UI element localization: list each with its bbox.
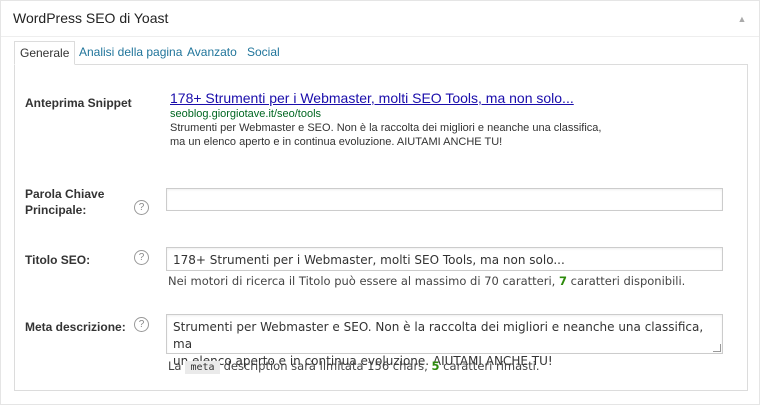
meta-description-value-line1: Strumenti per Webmaster e SEO. Non è la …: [173, 320, 704, 351]
metabox-header[interactable]: WordPress SEO di Yoast ▲: [1, 1, 759, 37]
snippet-url: seoblog.giorgiotave.it/seo/tools: [170, 108, 322, 120]
focus-keyword-help-icon[interactable]: ?: [134, 200, 149, 215]
snippet-title-link[interactable]: 178+ Strumenti per i Webmaster, molti SE…: [170, 90, 574, 106]
seo-title-remaining-count: 7: [558, 274, 567, 288]
snippet-description-line1: Strumenti per Webmaster e SEO. Non è la …: [170, 122, 602, 134]
meta-description-hint-text: description sarà limitata 156 chars,: [223, 359, 428, 373]
collapse-toggle-icon[interactable]: ▲: [737, 15, 747, 24]
seo-title-help-icon[interactable]: ?: [134, 250, 149, 265]
tab-avanzato[interactable]: Avanzato: [187, 41, 237, 65]
snippet-preview-label: Anteprima Snippet: [25, 96, 132, 110]
yoast-seo-metabox: WordPress SEO di Yoast ▲ Generale Analis…: [0, 0, 760, 405]
seo-title-hint: Nei motori di ricerca il Titolo può esse…: [168, 274, 685, 288]
seo-title-value: 178+ Strumenti per i Webmaster, molti SE…: [173, 253, 565, 267]
snippet-description-line2: ma un elenco aperto e in continua evoluz…: [170, 136, 503, 148]
focus-keyword-input[interactable]: [166, 188, 723, 211]
meta-description-hint-suffix: caratteri rimasti.: [443, 359, 540, 373]
tab-analisi-pagina[interactable]: Analisi della pagina: [79, 41, 182, 65]
tab-social[interactable]: Social: [247, 41, 280, 65]
meta-description-help-icon[interactable]: ?: [134, 317, 149, 332]
seo-title-hint-text: Nei motori di ricerca il Titolo può esse…: [168, 274, 556, 288]
meta-code-tag: meta: [185, 361, 220, 374]
meta-description-label: Meta descrizione:: [25, 320, 126, 334]
seo-title-label: Titolo SEO:: [25, 253, 91, 267]
focus-keyword-label-line2: Principale:: [25, 203, 87, 217]
meta-description-hint-la: La: [168, 359, 182, 373]
seo-title-hint-suffix: caratteri disponibili.: [570, 274, 686, 288]
meta-description-remaining-count: 5: [431, 359, 440, 373]
meta-description-textarea[interactable]: Strumenti per Webmaster e SEO. Non è la …: [166, 314, 723, 368]
seo-title-input[interactable]: 178+ Strumenti per i Webmaster, molti SE…: [166, 247, 723, 271]
meta-description-hint: La meta description sarà limitata 156 char…: [168, 359, 540, 374]
metabox-title: WordPress SEO di Yoast: [13, 10, 169, 26]
textarea-resize-handle[interactable]: [713, 344, 721, 352]
tab-generale[interactable]: Generale: [14, 41, 76, 65]
snippet-description: Strumenti per Webmaster e SEO. Non è la …: [170, 121, 640, 149]
focus-keyword-label-line1: Parola Chiave: [25, 187, 105, 201]
